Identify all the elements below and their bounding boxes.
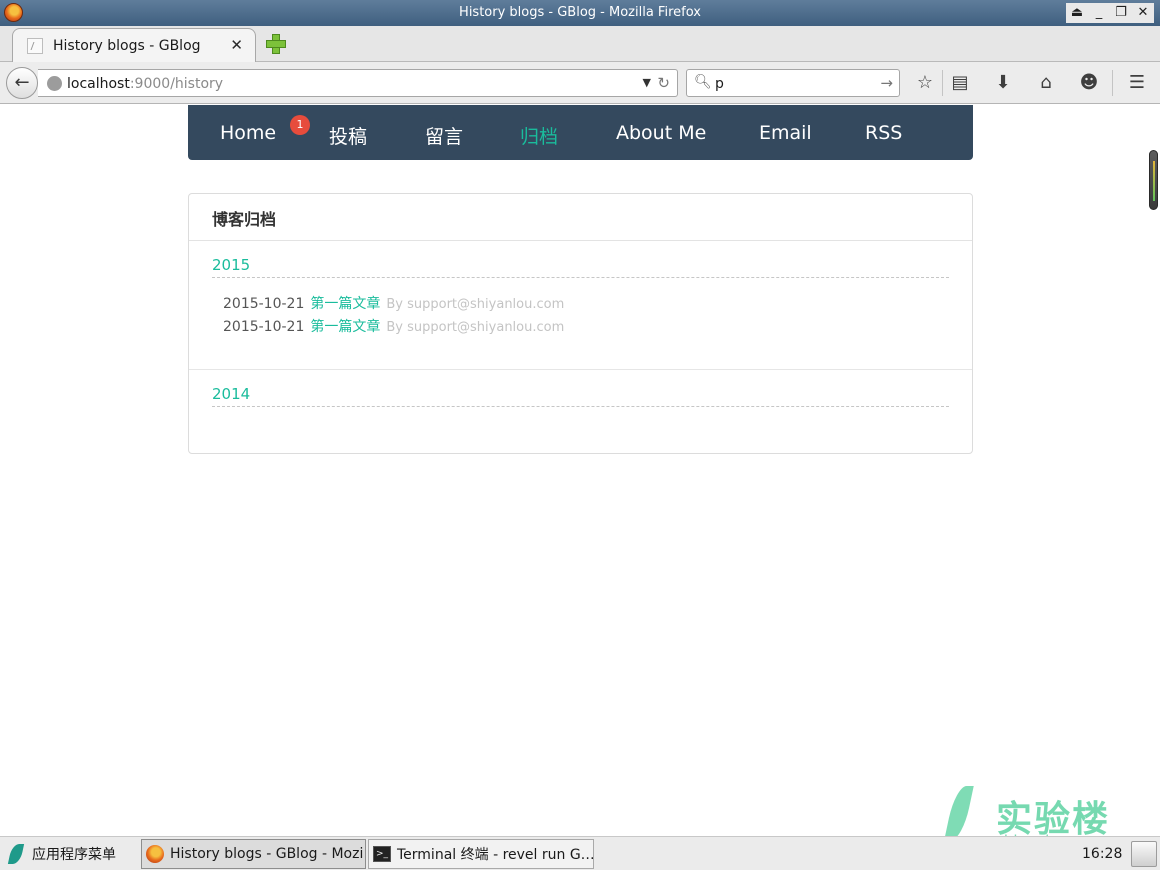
- year-label[interactable]: 2015: [212, 256, 949, 278]
- app-menu-leaf-icon: [7, 844, 25, 864]
- page-content: Home 投稿 留言 归档 About Me Email RSS 1 博客归档 …: [0, 105, 1160, 850]
- post-row: 2015-10-21 第一篇文章 By support@shiyanlou.com: [223, 293, 564, 313]
- year-label[interactable]: 2014: [212, 385, 949, 407]
- applications-menu-button[interactable]: 应用程序菜单: [7, 843, 116, 865]
- url-bar[interactable]: localhost:9000/history ▼ ↻: [38, 69, 678, 97]
- search-go-arrow-icon[interactable]: →: [880, 74, 893, 92]
- reading-list-icon[interactable]: ▤: [949, 72, 971, 94]
- menu-hamburger-icon[interactable]: ☰: [1126, 72, 1148, 94]
- download-icon[interactable]: ⬇: [992, 72, 1014, 94]
- tab-history-blogs[interactable]: History blogs - GBlog ✕: [12, 28, 256, 62]
- site-navbar: Home 投稿 留言 归档 About Me Email RSS 1: [188, 105, 973, 160]
- chat-icon[interactable]: ☻: [1078, 72, 1100, 94]
- home-icon[interactable]: ⌂: [1035, 72, 1057, 94]
- window-minimize-icon[interactable]: _: [1092, 5, 1106, 21]
- post-date: 2015-10-21: [223, 319, 305, 335]
- clock: 16:28: [1082, 846, 1123, 862]
- system-tray-icon[interactable]: [1131, 841, 1157, 867]
- nav-archive[interactable]: 归档: [520, 122, 558, 149]
- page-favicon-icon: [27, 38, 43, 54]
- nav-email[interactable]: Email: [759, 122, 812, 144]
- search-query[interactable]: p: [715, 76, 724, 92]
- taskbar-item-label: Terminal 终端 - revel run G…: [397, 847, 594, 863]
- terminal-icon: >_: [373, 846, 391, 862]
- url-path: :9000/history: [129, 76, 224, 92]
- post-author: By support@shiyanlou.com: [386, 320, 565, 335]
- window-titlebar: History blogs - GBlog - Mozilla Firefox …: [0, 0, 1160, 26]
- reload-icon[interactable]: ↻: [657, 74, 670, 92]
- archive-panel: 博客归档 2015 2015-10-21 第一篇文章 By support@shiy…: [188, 193, 973, 454]
- window-title: History blogs - GBlog - Mozilla Firefox: [459, 5, 701, 20]
- bookmark-star-icon[interactable]: ☆: [914, 72, 936, 94]
- firefox-icon: [146, 845, 164, 863]
- tab-strip: History blogs - GBlog ✕: [0, 26, 1160, 62]
- nav-guestbook[interactable]: 留言: [425, 122, 463, 149]
- post-date: 2015-10-21: [223, 296, 305, 312]
- site-identity-globe-icon[interactable]: [47, 76, 62, 91]
- navigation-toolbar: ← localhost:9000/history ▼ ↻ 🔍︎ p → ☆ ▤ …: [0, 62, 1160, 104]
- post-row: 2015-10-21 第一篇文章 By support@shiyanlou.com: [223, 316, 564, 336]
- year-divider: [189, 369, 972, 370]
- scrollbar-thumb[interactable]: [1149, 150, 1158, 210]
- post-title-link[interactable]: 第一篇文章: [310, 296, 380, 312]
- taskbar-item-terminal[interactable]: >_ Terminal 终端 - revel run G…: [368, 839, 594, 869]
- archive-heading: 博客归档: [189, 194, 972, 241]
- year-block-2015: 2015: [212, 256, 949, 278]
- nav-home[interactable]: Home: [220, 122, 276, 144]
- search-bar[interactable]: 🔍︎ p →: [686, 69, 900, 97]
- taskbar-item-label: History blogs - GBlog - Mozi…: [170, 846, 366, 862]
- nav-submit[interactable]: 投稿: [329, 122, 367, 149]
- tab-title: History blogs - GBlog: [53, 38, 201, 54]
- nav-about-me[interactable]: About Me: [616, 122, 706, 144]
- tab-close-icon[interactable]: ✕: [230, 36, 243, 54]
- search-icon: 🔍︎: [694, 74, 712, 90]
- applications-menu-label: 应用程序菜单: [32, 847, 116, 863]
- taskbar-item-firefox[interactable]: History blogs - GBlog - Mozi…: [141, 839, 366, 869]
- url-text: localhost:9000/history: [67, 76, 223, 92]
- nav-rss[interactable]: RSS: [865, 122, 902, 144]
- window-restore-icon[interactable]: ❐: [1114, 5, 1128, 21]
- toolbar-separator: [1112, 70, 1113, 96]
- post-author: By support@shiyanlou.com: [386, 297, 565, 312]
- window-controls: ⏏ _ ❐ ✕: [1066, 3, 1154, 23]
- notification-badge: 1: [290, 115, 310, 135]
- year-block-2014: 2014: [212, 385, 949, 407]
- toolbar-separator: [942, 70, 943, 96]
- desktop-taskbar: 应用程序菜单 History blogs - GBlog - Mozi… >_ …: [0, 836, 1160, 870]
- url-history-dropdown-icon[interactable]: ▼: [643, 76, 651, 89]
- back-button[interactable]: ←: [6, 67, 38, 99]
- new-tab-plus-icon[interactable]: [265, 33, 286, 54]
- post-title-link[interactable]: 第一篇文章: [310, 319, 380, 335]
- url-host: localhost: [67, 76, 130, 92]
- window-close-icon[interactable]: ✕: [1136, 5, 1150, 21]
- window-shade-icon[interactable]: ⏏: [1070, 5, 1084, 21]
